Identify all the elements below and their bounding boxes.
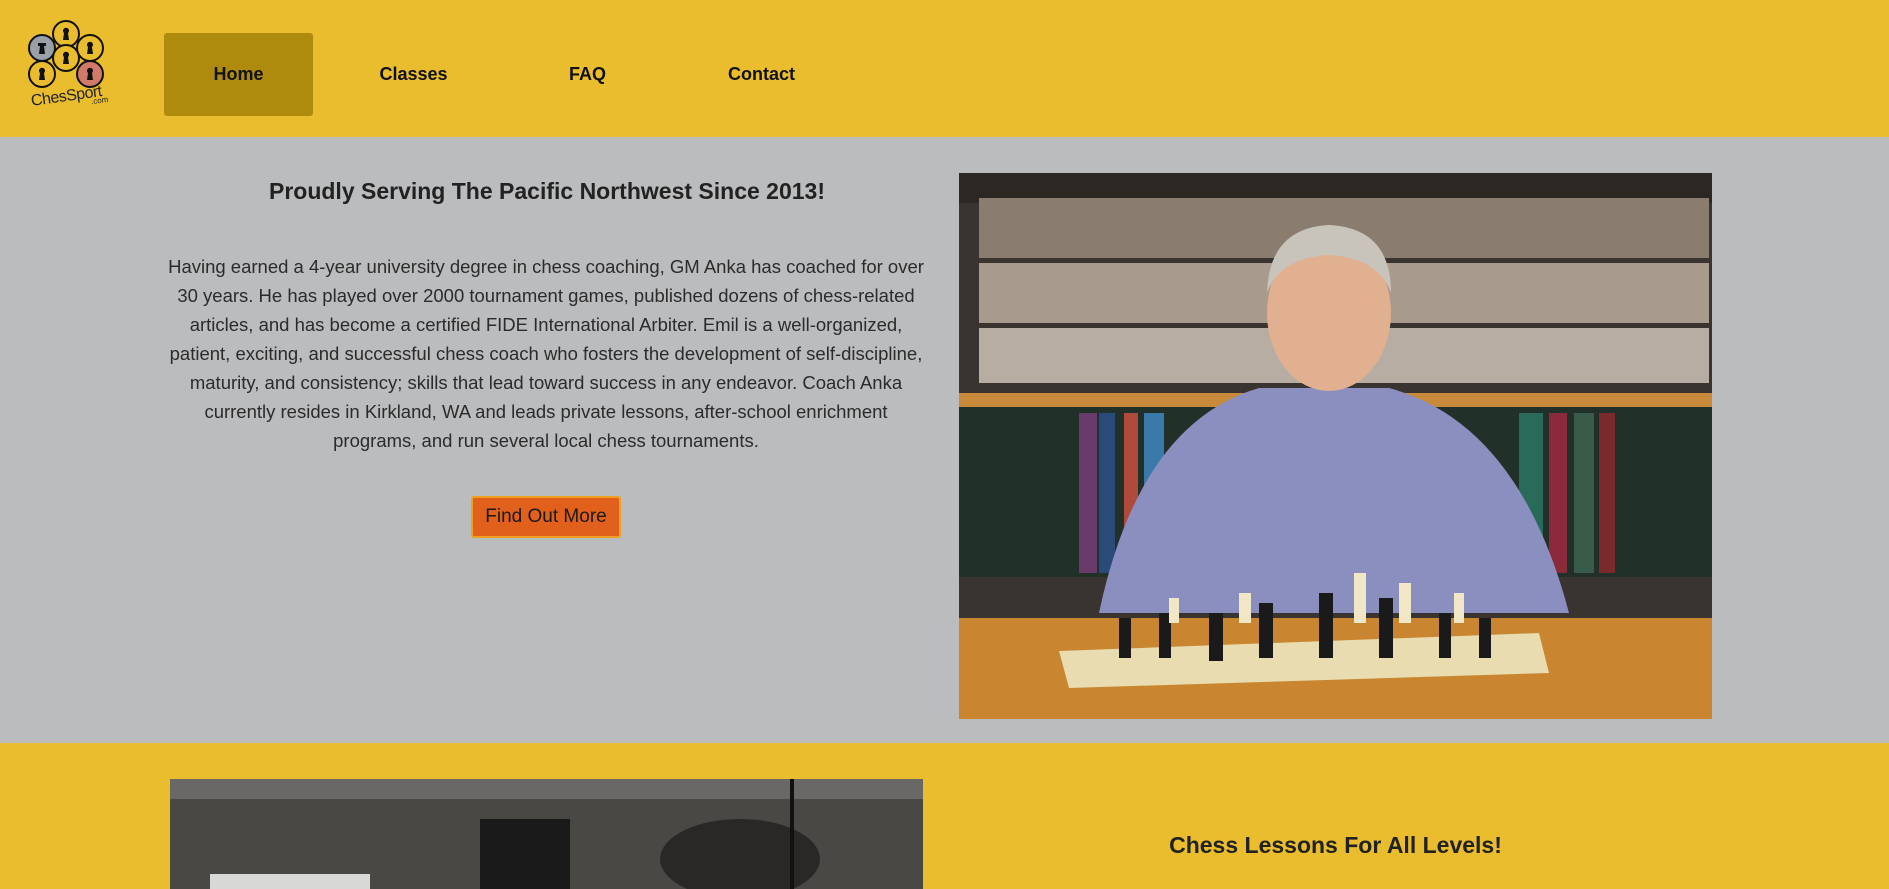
- coach-photo: [959, 173, 1712, 719]
- nav-home[interactable]: Home: [164, 33, 313, 116]
- classroom-photo: [170, 779, 923, 889]
- find-out-more-button[interactable]: Find Out More: [471, 496, 621, 538]
- top-nav: ChesSport .com Home Classes FAQ Contact: [0, 0, 1889, 137]
- nav-contact[interactable]: Contact: [687, 33, 836, 116]
- nav-faq[interactable]: FAQ: [513, 33, 662, 116]
- lessons-title: Chess Lessons For All Levels!: [1169, 832, 1502, 858]
- hero-title: Proudly Serving The Pacific Northwest Si…: [268, 178, 825, 204]
- nav-classes[interactable]: Classes: [339, 33, 488, 116]
- hero-description: Having earned a 4-year university degree…: [168, 256, 924, 451]
